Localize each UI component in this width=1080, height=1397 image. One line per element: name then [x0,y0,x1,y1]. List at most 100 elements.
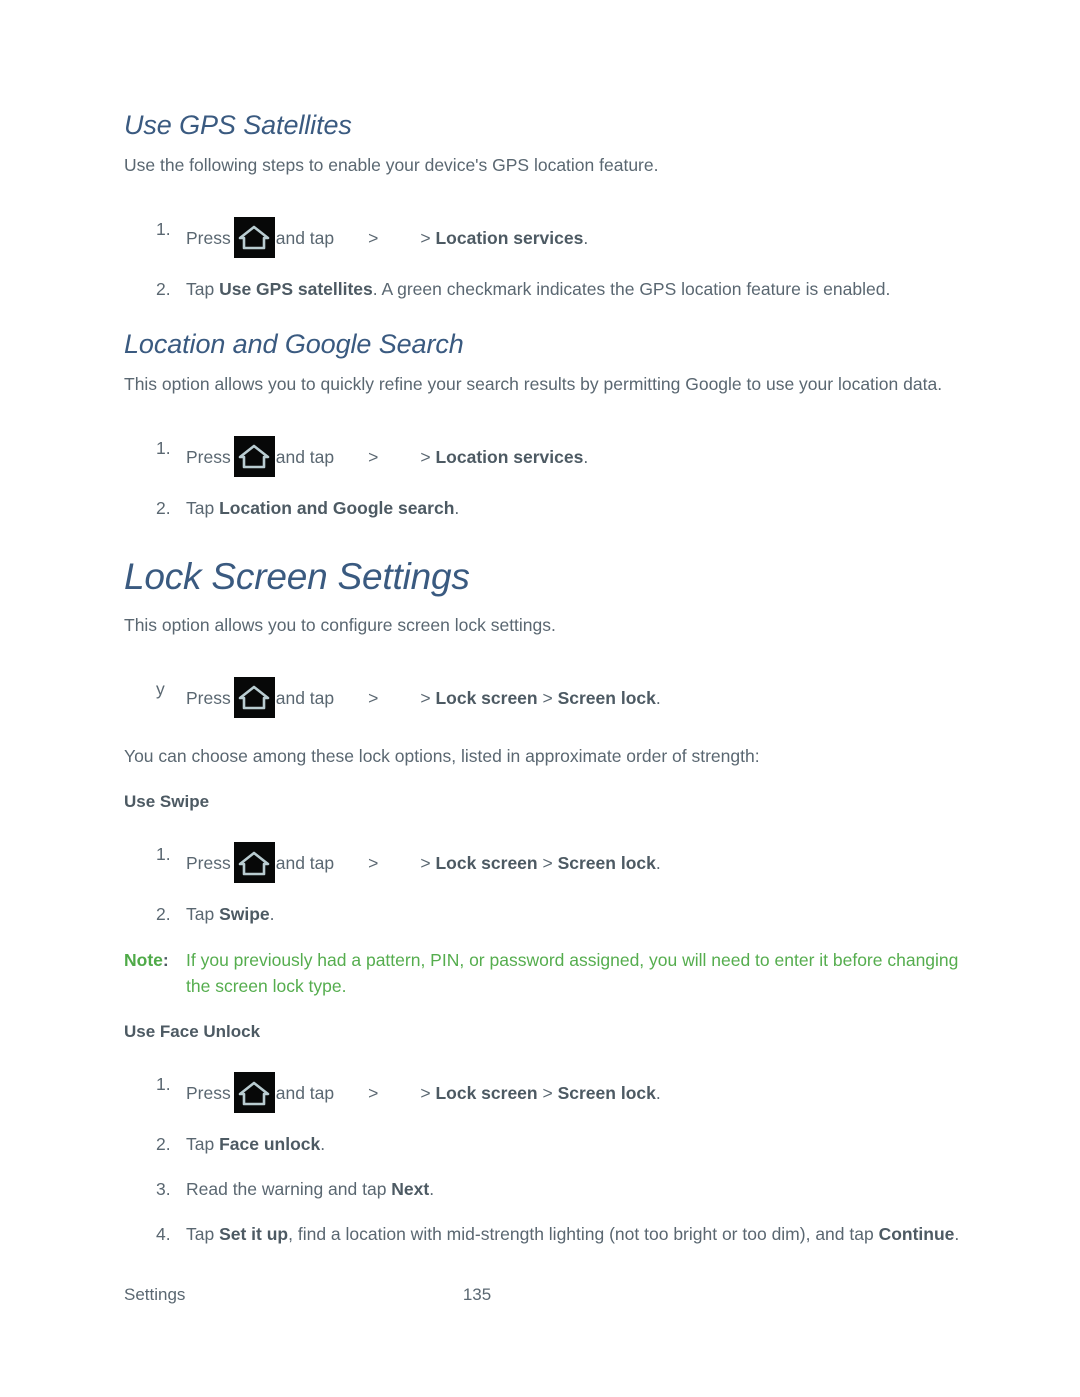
step-marker: 1. [156,844,171,865]
bullet-marker: y [156,678,165,699]
menu-target-use-gps-satellites: Use GPS satellites [219,278,373,299]
menu-target-location-services: Location services [435,446,584,467]
step-marker: 2. [156,278,171,299]
settings-icon-placeholder [378,462,420,463]
subheading-use-swipe: Use Swipe [124,791,210,811]
step-marker: 3. [156,1179,171,1200]
chevron-separator: > [368,687,379,708]
chevron-separator: > [420,687,431,708]
step-rest: . [429,1179,435,1200]
step-text-press: Press [186,1083,231,1104]
settings-icon-placeholder [378,868,420,869]
step-marker: 1. [156,437,171,458]
chevron-separator: > [368,227,379,248]
step-text-press: Press [186,687,231,708]
settings-icon-placeholder [378,243,420,244]
step-lead: Tap [186,278,220,299]
step-text-and-tap: and tap [275,687,335,708]
menu-target-location-services: Location services [435,227,584,248]
menu-icon-placeholder [334,243,368,244]
menu-target-screen-lock: Screen lock [557,1083,656,1104]
intro-lock-screen-settings: This option allows you to configure scre… [124,615,556,636]
step-marker: 2. [156,1134,171,1155]
home-icon [233,435,275,477]
menu-target-screen-lock: Screen lock [557,687,656,708]
chevron-separator: > [420,227,431,248]
settings-icon-placeholder [378,703,420,704]
subheading-use-face-unlock: Use Face Unlock [124,1021,261,1041]
step-item: 2. Tap Face unlock. [124,1132,960,1158]
step-marker: 2. [156,497,171,518]
page-footer: Settings 135 [124,1285,960,1315]
step-lead: Tap [186,1224,220,1245]
menu-target-face-unlock: Face unlock [219,1134,321,1155]
step-list-location-and-google-search: 1. Press and tap > > Location services. 2. … [124,435,960,522]
step-lead: Read the warning and tap [186,1179,392,1200]
footer-page-number: 135 [462,1285,492,1304]
bullet-step-lock-screen: y Press and tap > > Lock screen > Screen lo… [124,676,960,718]
note-text: If you previously had a pattern, PIN, or… [186,950,959,997]
step-list-use-face-unlock: 1. Press and tap > > Lock screen > Screen l… [124,1072,960,1248]
step-trailing: . [655,687,661,708]
chevron-separator: > [368,853,379,874]
menu-icon-placeholder [334,703,368,704]
heading-lock-screen-settings: Lock Screen Settings [124,555,470,597]
step-marker: 1. [156,218,171,239]
step-trailing: . [583,446,589,467]
note-label-text: Note [124,950,163,971]
note-block: Note: If you previously had a pattern, P… [124,948,960,1000]
chevron-separator: > [420,853,431,874]
step-lead: Tap [186,1134,220,1155]
step-rest: . [269,904,275,925]
menu-icon-placeholder [334,1098,368,1099]
step-list-use-gps-satellites: 1. Press and tap > > Location services. 2. … [124,216,960,303]
chevron-separator: > [368,446,379,467]
home-icon [233,216,275,258]
step-text-press: Press [186,853,231,874]
menu-icon-placeholder [334,462,368,463]
home-icon [233,676,275,718]
step-item: 4. Tap Set it up, find a location with m… [124,1222,960,1248]
step-item: 2. Tap Use GPS satellites. A green check… [124,277,960,303]
step-list-use-swipe: 1. Press and tap > > Lock screen > Screen l… [124,842,960,928]
menu-target-lock-screen: Lock screen [435,853,538,874]
chevron-separator: > [420,446,431,467]
step-text-press: Press [186,446,231,467]
step-trailing: . [583,227,589,248]
step-item: 2. Tap Location and Google search. [124,496,960,522]
step-text-and-tap: and tap [275,853,335,874]
home-icon [233,842,275,884]
settings-icon-placeholder [378,1098,420,1099]
step-lead: Tap [186,904,220,925]
menu-target-swipe: Swipe [219,904,270,925]
step-marker: 4. [156,1224,171,1245]
outro-lock-options: You can choose among these lock options,… [124,745,760,766]
step-lead: Tap [186,497,220,518]
step-item: 1. Press and tap > > Location services. [124,435,960,477]
menu-target-set-it-up: Set it up [219,1224,289,1245]
home-icon [233,1072,275,1114]
menu-icon-placeholder [334,868,368,869]
intro-use-gps-satellites: Use the following steps to enable your d… [124,155,659,176]
heading-use-gps-satellites: Use GPS Satellites [124,110,352,140]
step-trailing: . [655,853,661,874]
note-label: Note: [124,948,169,974]
step-item: 1. Press and tap > > Lock screen > Screen l… [124,1072,960,1114]
step-item: 1. Press and tap > > Lock screen > Screen l… [124,842,960,884]
step-mid: , find a location with mid-strength ligh… [288,1224,879,1245]
intro-location-and-google-search: This option allows you to quickly refine… [124,373,943,394]
step-item: 2. Tap Swipe. [124,902,960,928]
step-rest: . [954,1224,960,1245]
heading-location-and-google-search: Location and Google Search [124,328,464,359]
note-colon: : [162,950,169,971]
chevron-separator: > [420,1083,431,1104]
step-marker: 2. [156,904,171,925]
chevron-separator: > [368,1083,379,1104]
menu-target-next: Next [391,1179,430,1200]
step-text-and-tap: and tap [275,1083,335,1104]
document-page: Use GPS Satellites Use the following ste… [0,0,1080,1397]
step-rest: . [454,497,460,518]
chevron-separator: > [542,1083,553,1104]
menu-target-lock-screen: Lock screen [435,1083,538,1104]
step-text-press: Press [186,227,231,248]
